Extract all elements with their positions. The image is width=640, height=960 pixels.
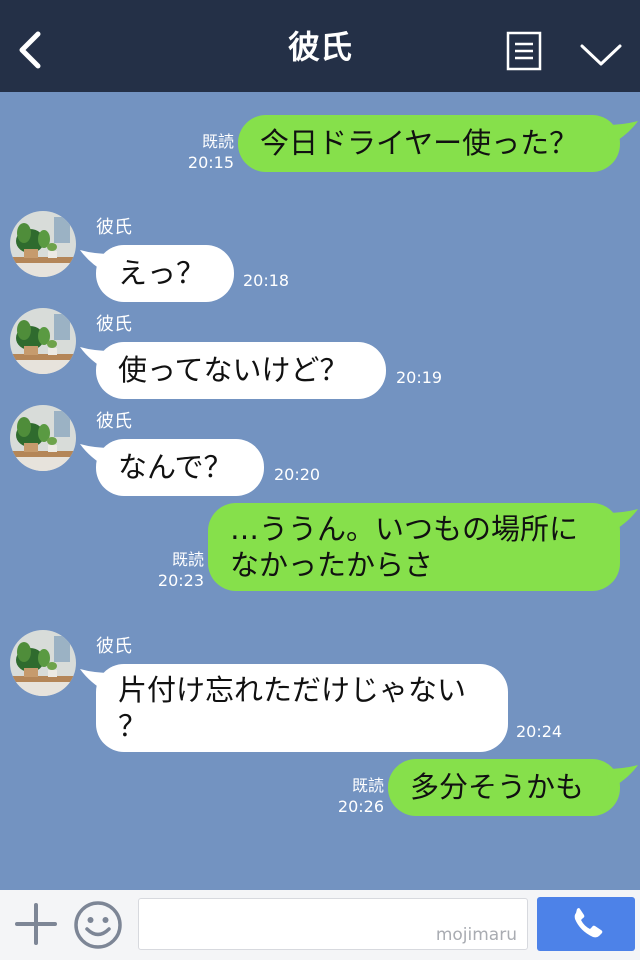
avatar[interactable] [10,308,76,374]
chat-header: 彼氏 [0,0,640,92]
message-bubble-received[interactable]: えっ？ [96,245,234,302]
avatar[interactable] [10,630,76,696]
call-button[interactable] [537,897,635,951]
smile-icon[interactable] [73,900,123,950]
message-time: 20:15 [187,153,234,172]
message-time: 20:18 [243,271,290,290]
message-bubble-received[interactable]: 片付け忘れただけじゃない ？ [96,664,508,752]
message-text: えっ？ [118,256,206,290]
message-text: なんで？ [118,450,233,484]
chevron-down-icon[interactable] [578,36,624,70]
message-text: 使ってないけど？ [118,353,349,387]
message-bubble-sent[interactable]: 今日ドライヤー使った？ [238,115,620,172]
message-input[interactable]: mojimaru [138,898,528,950]
read-receipt: 既読 [351,776,384,795]
message-meta: 既読 20:15 [184,131,234,173]
plus-icon[interactable] [14,902,58,946]
message-bubble-sent[interactable]: …ううん。いつもの場所に なかったからさ [208,503,620,591]
message-bubble-received[interactable]: なんで？ [96,439,264,496]
message-text: 多分そうかも [410,770,585,804]
sender-name: 彼氏 [96,217,132,238]
phone-icon [574,908,603,938]
message-bubble-received[interactable]: 使ってないけど？ [96,342,386,399]
bubble-tail [606,509,638,533]
message-bubble-sent[interactable]: 多分そうかも [388,759,620,816]
bubble-tail [606,765,638,789]
message-time: 20:20 [274,465,321,484]
message-text-line: …ううん。いつもの場所に [230,512,579,546]
watermark-text: mojimaru [435,925,517,945]
bubble-tail [606,121,638,145]
message-text-line: ？ [118,709,148,743]
sender-name: 彼氏 [96,636,132,657]
read-receipt: 既読 [171,550,204,569]
message-time: 20:24 [516,722,563,741]
avatar-image [10,630,76,696]
message-text-line: 片付け忘れただけじゃない [118,673,467,707]
avatar-image [10,308,76,374]
message-meta: 既読 20:26 [330,775,384,817]
page-title: 彼氏 [287,28,352,66]
sender-name: 彼氏 [96,411,132,432]
message-time: 20:23 [157,571,204,590]
message-time: 20:26 [337,797,384,816]
read-receipt: 既読 [201,132,234,151]
avatar[interactable] [10,211,76,277]
message-time: 20:19 [396,368,443,387]
avatar-image [10,405,76,471]
avatar-image [10,211,76,277]
menu-icon[interactable] [506,31,542,71]
message-text: 今日ドライヤー使った？ [260,126,579,160]
message-meta: 既読 20:23 [152,549,204,591]
message-text-line: なかったからさ [230,548,434,582]
avatar[interactable] [10,405,76,471]
back-icon[interactable] [14,30,50,70]
sender-name: 彼氏 [96,314,132,335]
